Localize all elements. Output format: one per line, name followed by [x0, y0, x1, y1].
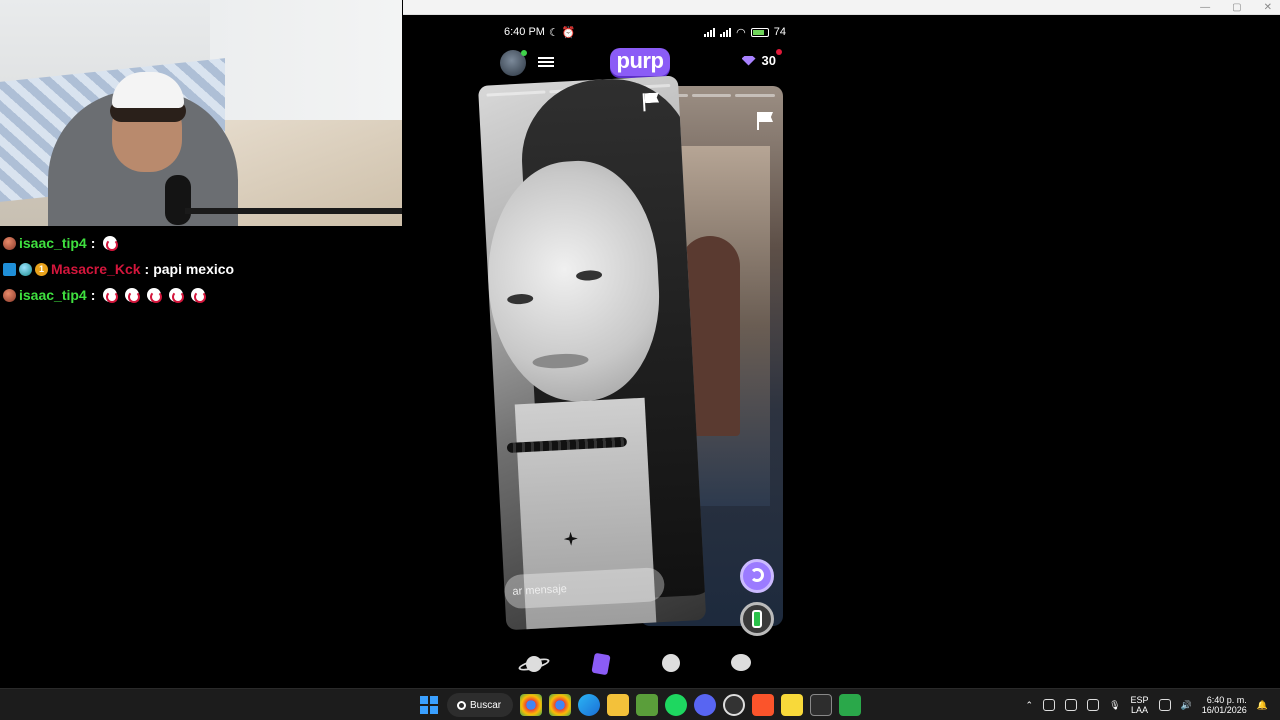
boost-button[interactable] [740, 602, 774, 636]
status-time: 6:40 PM [504, 26, 545, 38]
obs-icon[interactable] [723, 694, 745, 716]
emote-icon [169, 288, 185, 303]
chat-message: 1 Masacre_Kck : papi mexico [0, 256, 402, 282]
egg-badge-icon [3, 288, 16, 302]
emote-icon [191, 288, 207, 303]
nav-cards[interactable] [590, 652, 615, 676]
window-titlebar: — ▢ ✕ [403, 0, 1280, 15]
file-explorer-icon[interactable] [607, 694, 629, 716]
chat-message: isaac_tip4 : [0, 230, 402, 256]
signal-icon [704, 27, 716, 37]
status-bar: 6:40 PM ☾ ⏰ ◠ 74 [504, 24, 786, 40]
gem-counter[interactable]: 30 [741, 49, 782, 68]
arrow-badge-icon [3, 262, 16, 276]
signal-icon [720, 27, 732, 37]
android-mirror-icon[interactable] [839, 694, 861, 716]
tray-usb-icon[interactable] [1087, 699, 1100, 711]
bottom-nav [500, 652, 776, 676]
maximize-icon[interactable]: ▢ [1232, 2, 1241, 13]
microphone [165, 175, 191, 225]
search-icon [457, 700, 466, 710]
minecraft-icon[interactable] [636, 694, 658, 716]
report-flag-icon[interactable] [642, 93, 660, 112]
chat-username: isaac_tip4 [19, 287, 87, 303]
microphone-icon[interactable]: 🎙 [1109, 700, 1120, 711]
chrome-icon[interactable] [520, 694, 542, 716]
globe-badge-icon [19, 262, 32, 276]
emote-icon [125, 288, 141, 303]
clock-date: 16/01/2026 [1201, 705, 1247, 715]
network-icon[interactable] [1158, 699, 1171, 711]
nav-explore[interactable] [524, 654, 546, 674]
alarm-icon: ⏰ [561, 26, 576, 39]
lang-bottom: LAA [1131, 705, 1149, 715]
cards-icon [590, 652, 611, 676]
chat-username: Masacre_Kck [51, 261, 141, 277]
start-button[interactable] [418, 694, 440, 716]
battery-boost-icon [752, 610, 762, 628]
minimize-icon[interactable]: — [1200, 2, 1210, 13]
nav-profile[interactable] [661, 654, 684, 674]
online-dot-icon [521, 50, 527, 56]
planet-icon [525, 656, 542, 672]
app-logo: purp [610, 48, 670, 76]
lang-top: ESP [1130, 695, 1149, 705]
screen: isaac_tip4 : 1 Masacre_Kck : papi mexico… [0, 0, 1280, 720]
nav-chats[interactable] [730, 654, 753, 674]
chat-colon: : [90, 287, 96, 303]
close-icon[interactable]: ✕ [1264, 2, 1272, 13]
smiley-icon [661, 654, 680, 672]
stream-chat: isaac_tip4 : 1 Masacre_Kck : papi mexico… [0, 230, 402, 308]
taskbar: Buscar ⌃ 🎙 ESP LAA 🔊 6:40 p. m. 16/01/20… [0, 688, 1280, 720]
emote-icon [103, 288, 119, 303]
emote-icon [147, 288, 163, 303]
battery-icon [750, 27, 769, 37]
tray-app-icon[interactable] [1043, 699, 1056, 711]
terminal-icon[interactable] [810, 694, 832, 716]
windows-icon [420, 696, 438, 714]
wifi-icon: ◠ [736, 26, 746, 39]
gem-count: 30 [761, 53, 776, 68]
chevron-up-icon[interactable]: ⌃ [1026, 700, 1034, 711]
profile-avatar[interactable] [500, 50, 527, 76]
edge-icon[interactable] [578, 694, 600, 716]
filter-icon[interactable] [538, 55, 554, 69]
battery-percent: 74 [773, 26, 786, 38]
moon-icon: ☾ [548, 26, 559, 39]
discord-icon[interactable] [694, 694, 716, 716]
chat-username: isaac_tip4 [19, 235, 87, 251]
chat-bubble-icon [730, 654, 751, 671]
volume-icon[interactable]: 🔊 [1181, 700, 1192, 711]
search-label: Buscar [470, 699, 502, 711]
clock-time: 6:40 p. m. [1206, 695, 1247, 705]
sticky-notes-icon[interactable] [781, 694, 803, 716]
brave-icon[interactable] [752, 694, 774, 716]
chat-colon: : [144, 261, 150, 277]
rewind-button[interactable] [740, 559, 774, 593]
emote-icon [103, 236, 119, 251]
system-clock[interactable]: 6:40 p. m. 16/01/2026 [1202, 695, 1247, 715]
chat-colon: : [90, 235, 96, 251]
profile-card[interactable]: ar mensaje [478, 75, 707, 631]
phone-screen: 6:40 PM ☾ ⏰ ◠ 74 purp 30 ar mensaje [478, 16, 786, 688]
spotify-icon[interactable] [665, 694, 687, 716]
tray-sync-icon[interactable] [1065, 699, 1078, 711]
chat-text: papi mexico [153, 261, 235, 277]
gem-icon [741, 55, 756, 66]
report-flag-icon[interactable] [757, 112, 773, 130]
language-indicator[interactable]: ESP LAA [1131, 695, 1149, 715]
app-header: purp 30 [500, 48, 786, 78]
notification-dot-icon [776, 49, 782, 55]
taskbar-search[interactable]: Buscar [447, 693, 513, 717]
sub-badge-icon: 1 [35, 262, 48, 276]
egg-badge-icon [3, 236, 16, 250]
webcam-feed [0, 0, 402, 226]
chrome-icon[interactable] [549, 694, 571, 716]
rewind-icon [750, 568, 764, 582]
chat-message: isaac_tip4 : [0, 282, 402, 308]
notification-bell-icon[interactable]: 🔔 [1257, 700, 1268, 711]
